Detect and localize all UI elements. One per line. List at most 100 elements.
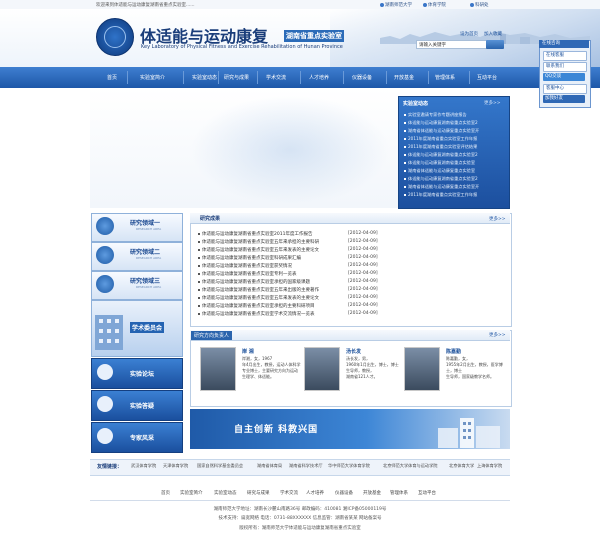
set-homepage-link[interactable]: 设为首页 xyxy=(460,31,478,37)
friendly-link[interactable]: 天津体育学院 xyxy=(163,463,188,469)
online-service-title: 在线咨询 xyxy=(539,40,589,48)
footer-copyright: 版权所有：湖南师范大学体适能与运动康复湖南省重点实验室 xyxy=(239,526,361,531)
nav-home[interactable]: 首页 xyxy=(107,74,117,81)
research-area-2-label: 研究领域二 xyxy=(130,249,161,256)
bullet-icon xyxy=(404,194,406,196)
research-results-title: 研究成果 xyxy=(200,216,221,222)
friendly-link[interactable]: 上海体育学院 xyxy=(477,463,502,469)
nav-divider xyxy=(127,71,128,84)
add-favorite-link[interactable]: 加入收藏 xyxy=(484,31,502,37)
friendly-link[interactable]: 湖南省体育局 xyxy=(257,463,282,469)
research-area-1-sub: RESEARCH AREA xyxy=(136,227,162,231)
qa-icon xyxy=(97,396,113,412)
nav-research[interactable]: 研究与成果 xyxy=(224,74,249,81)
float-service-button[interactable]: 在线客服 xyxy=(543,51,587,61)
nav-exchange[interactable]: 学术交流 xyxy=(266,74,286,81)
leader-photo[interactable] xyxy=(404,347,440,391)
footer-link[interactable]: 管理体系 xyxy=(390,490,408,496)
friendly-link[interactable]: 北京体育大学 xyxy=(449,463,474,469)
result-item[interactable]: 体适能与运动康复湖南省重点实验室承担的国家级课题 [2012-04-09] xyxy=(198,279,498,285)
nav-fund[interactable]: 开放基金 xyxy=(394,74,414,81)
footer-link[interactable]: 实验室简介 xyxy=(180,490,203,496)
result-item[interactable]: 体适能与运动康复湖南省重点实验室五年来发表的主要论文 [2012-04-09] xyxy=(198,247,498,253)
news-item[interactable]: 2011年度湖南省重点实验室工作年报 xyxy=(404,136,506,142)
nav-talent[interactable]: 人才培养 xyxy=(309,74,329,81)
nav-news[interactable]: 实验室动态 xyxy=(192,74,217,81)
leader-bio: 岸湘，女，1967 年4月出生，教授，运动人体科学专业博士，主要研究方向为运动 生理… xyxy=(242,356,301,379)
nav-divider xyxy=(257,71,258,84)
footer-link[interactable]: 互动平台 xyxy=(418,490,436,496)
news-item[interactable]: 2011年度湖南省重点实验室评估结果 xyxy=(404,144,506,150)
result-item[interactable]: 体适能与运动康复湖南省重点实验室五年来承担的主要科研 [2012-04-09] xyxy=(198,239,498,245)
result-item[interactable]: 体适能与运动康复湖南省重点实验室承担的主要科研项目 [2012-04-09] xyxy=(198,303,498,309)
float-contact-button[interactable]: 联系我们 xyxy=(543,62,587,72)
result-item[interactable]: 体适能与运动康复湖南省重点实验室2011年度工作报告 [2012-04-09] xyxy=(198,231,498,237)
news-item[interactable]: 湖南省体适能与运动康复重点实验室 xyxy=(404,168,506,174)
experts-label: 专家风采 xyxy=(130,435,155,442)
news-item[interactable]: 湖南省体适能与运动康复重点实验室开 xyxy=(404,128,506,134)
nav-intro[interactable]: 实验室简介 xyxy=(140,74,165,81)
search-input[interactable] xyxy=(416,40,488,49)
result-item[interactable]: 体适能与运动康复湖南省重点实验室五年来发表的主要论文 [2012-04-09] xyxy=(198,295,498,301)
news-item[interactable]: 体适能与运动康复湖南省重点实验室2 xyxy=(404,152,506,158)
bullet-icon xyxy=(404,178,406,180)
footer-link[interactable]: 研究与成果 xyxy=(247,490,270,496)
bullet-icon xyxy=(404,170,406,172)
result-item[interactable]: 体适能与运动康复湖南省重点实验室五年来出版的主要著作 [2012-04-09] xyxy=(198,287,498,293)
result-item[interactable]: 体适能与运动康复湖南省重点实验室学术交流情况一览表 [2012-04-09] xyxy=(198,311,498,317)
toplink-research[interactable]: 科研处 xyxy=(470,2,489,8)
news-item[interactable]: 体适能与运动康复湖南省重点实验室2 xyxy=(404,120,506,126)
float-add-friend-button[interactable]: 加我好友 xyxy=(543,95,585,103)
result-item[interactable]: 体适能与运动康复湖南省重点实验室专利一览表 [2012-04-09] xyxy=(198,271,498,277)
leader-name[interactable]: 陈嘉勤 xyxy=(446,348,461,355)
bullet-icon xyxy=(404,146,406,148)
lab-news-more-link[interactable]: 更多>> xyxy=(484,100,501,106)
site-subtitle: 湖南省重点实验室 xyxy=(284,30,344,42)
leader-photo[interactable] xyxy=(200,347,236,391)
news-item[interactable]: 2011年度湖南省重点实验室工作年报 xyxy=(404,192,506,198)
footer-divider xyxy=(90,500,510,501)
forum-label: 实验论坛 xyxy=(130,371,155,378)
footer-link[interactable]: 仪器设备 xyxy=(335,490,353,496)
news-item[interactable]: 体适能与运动康复湖南省重点实验室2 xyxy=(404,176,506,182)
news-item[interactable]: 湖南省体适能与运动康复重点实验室开 xyxy=(404,184,506,190)
footer-support: 技术支持：扁宽网络 电话：0731-88XXXXXX 信息监管：湖南省某某 网站… xyxy=(218,516,382,521)
search-button[interactable] xyxy=(486,40,504,49)
research-leaders-title: 研究方向负责人 xyxy=(191,331,233,340)
bullet-icon xyxy=(404,114,406,116)
nav-management[interactable]: 管理体系 xyxy=(435,74,455,81)
float-center-button[interactable]: 客服中心 xyxy=(543,84,587,94)
news-item[interactable]: 体适能与运动康复湖南省重点实验室 xyxy=(404,160,506,166)
welcome-text: 欢迎来到体适能与运动康复湖南省重点实验室...... xyxy=(96,3,195,8)
research-results-more-link[interactable]: 更多>> xyxy=(489,216,506,222)
nav-equipment[interactable]: 仪器设备 xyxy=(352,74,372,81)
toplink-hnnu[interactable]: 湖南师范大学 xyxy=(380,2,412,8)
leader-photo[interactable] xyxy=(304,347,340,391)
friendly-link[interactable]: 武汉体育学院 xyxy=(131,463,156,469)
leader-name[interactable]: 岸 湘 xyxy=(242,348,254,355)
friendly-link[interactable]: 北京师范大学体育与运动学院 xyxy=(383,463,437,469)
research-results-header xyxy=(190,213,510,224)
research-leaders-more-link[interactable]: 更多>> xyxy=(489,332,506,338)
footer-link[interactable]: 首页 xyxy=(161,490,170,496)
footer-link[interactable]: 人才培养 xyxy=(306,490,324,496)
friendly-link[interactable]: 湖南省科学技术厅 xyxy=(289,463,323,469)
runner-icon xyxy=(96,217,114,235)
nav-divider xyxy=(183,71,184,84)
nav-divider xyxy=(386,71,387,84)
float-qq-button[interactable]: QQ交谈 xyxy=(543,73,585,81)
nav-divider xyxy=(218,71,219,84)
friendly-link[interactable]: 国家自然科学基金委员会 xyxy=(197,463,243,469)
nav-interactive[interactable]: 互动平台 xyxy=(477,74,497,81)
result-item[interactable]: 体适能与运动康复湖南省重点实验室科研成果汇编 [2012-04-09] xyxy=(198,255,498,261)
friendly-link[interactable]: 华中师范大学体育学院 xyxy=(328,463,370,469)
toplink-sports[interactable]: 体育学院 xyxy=(423,2,446,8)
result-item[interactable]: 体适能与运动康复湖南省重点实验室获奖情况 [2012-04-09] xyxy=(198,263,498,269)
footer-link[interactable]: 实验室动态 xyxy=(214,490,237,496)
friendly-links-title: 友情链接： xyxy=(97,464,123,470)
news-item[interactable]: 实验室邀请专家作专题讲座报告 xyxy=(404,112,506,118)
nav-divider xyxy=(428,71,429,84)
footer-link[interactable]: 学术交流 xyxy=(280,490,298,496)
leader-name[interactable]: 汤长发 xyxy=(346,348,361,355)
footer-link[interactable]: 开放基金 xyxy=(363,490,381,496)
